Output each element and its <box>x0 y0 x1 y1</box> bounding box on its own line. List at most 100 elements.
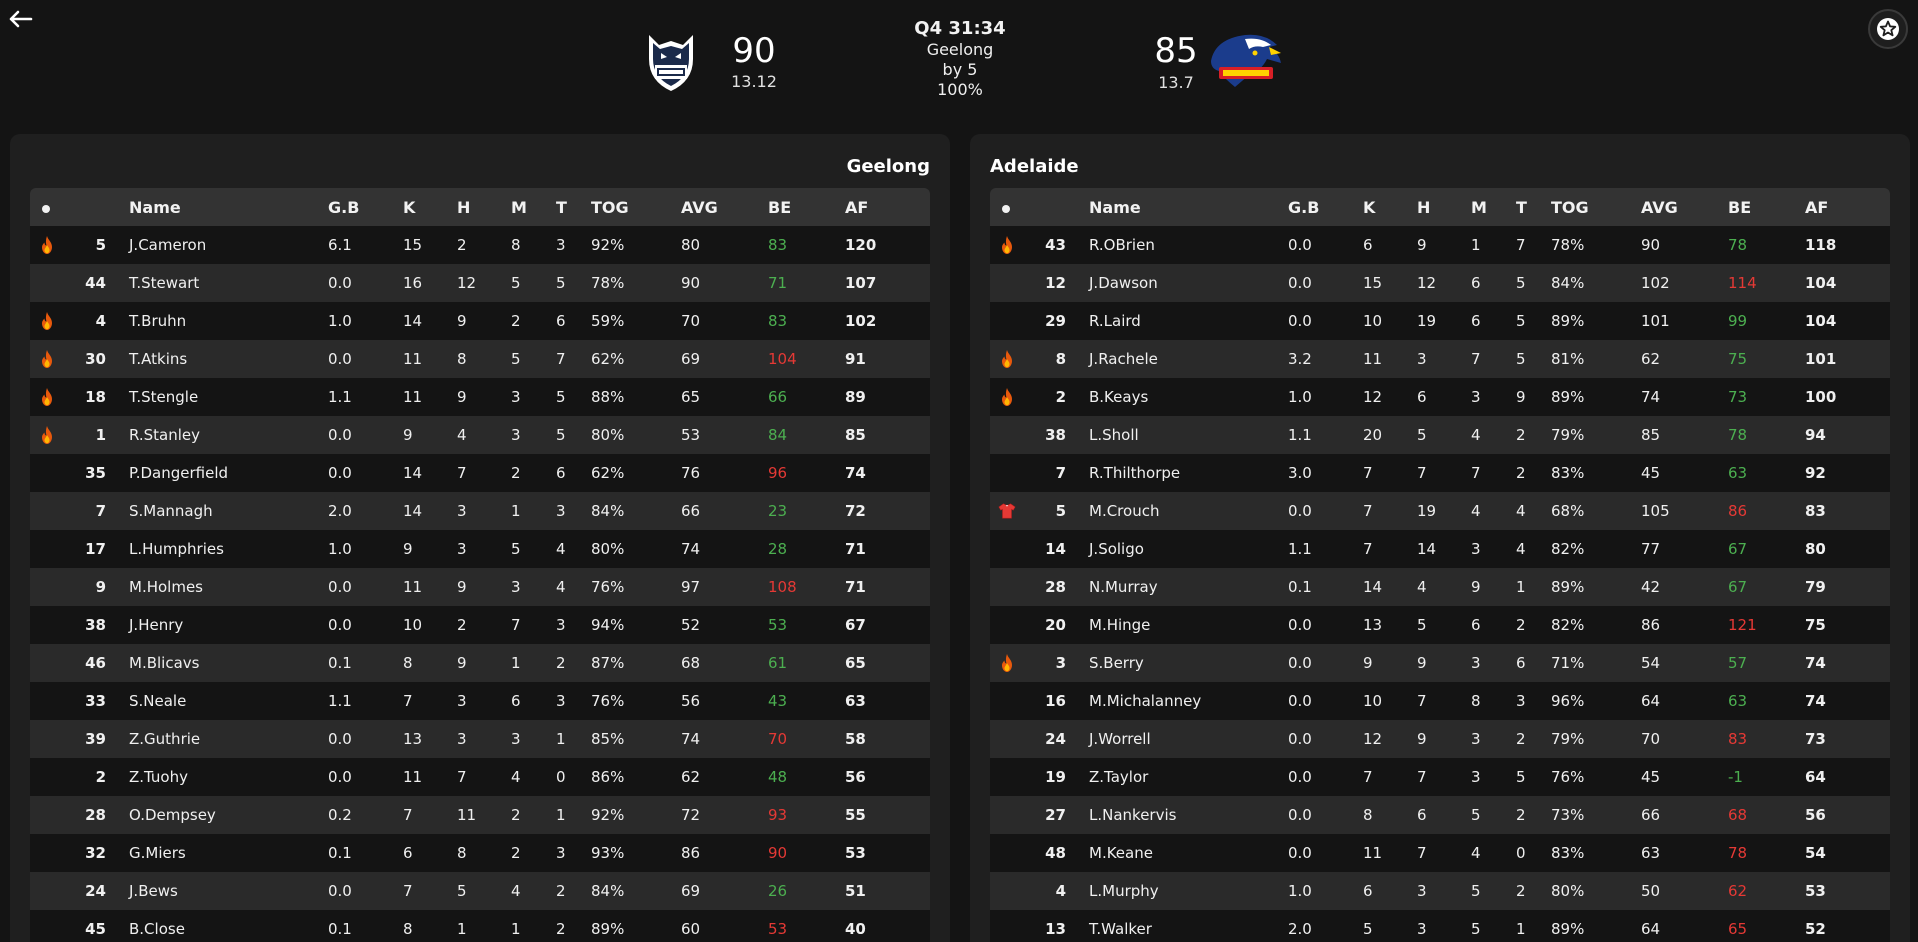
player-row[interactable]: 5 M.Crouch 0.0 7 19 4 4 68% 105 86 83 <box>990 492 1890 530</box>
column-header-tog[interactable]: TOG <box>1551 188 1641 226</box>
player-name[interactable]: T.Stengle <box>106 378 328 416</box>
player-row[interactable]: 24 J.Worrell 0.0 12 9 3 2 79% 70 83 73 <box>990 720 1890 758</box>
player-name[interactable]: Z.Guthrie <box>106 720 328 758</box>
player-row[interactable]: 24 J.Bews 0.0 7 5 4 2 84% 69 26 51 <box>30 872 930 910</box>
column-header-t[interactable]: T <box>556 188 591 226</box>
column-header-gb[interactable]: G.B <box>328 188 403 226</box>
column-header-m[interactable]: M <box>511 188 556 226</box>
player-row[interactable]: 38 J.Henry 0.0 10 2 7 3 94% 52 53 67 <box>30 606 930 644</box>
player-name[interactable]: T.Atkins <box>106 340 328 378</box>
player-row[interactable]: 20 M.Hinge 0.0 13 5 6 2 82% 86 121 75 <box>990 606 1890 644</box>
player-name[interactable]: G.Miers <box>106 834 328 872</box>
player-name[interactable]: J.Rachele <box>1066 340 1288 378</box>
player-name[interactable]: P.Dangerfield <box>106 454 328 492</box>
player-row[interactable]: 30 T.Atkins 0.0 11 8 5 7 62% 69 104 91 <box>30 340 930 378</box>
column-header-name[interactable]: Name <box>106 188 328 226</box>
player-name[interactable]: M.Crouch <box>1066 492 1288 530</box>
player-row[interactable]: 28 N.Murray 0.1 14 4 9 1 89% 42 67 79 <box>990 568 1890 606</box>
player-name[interactable]: Z.Taylor <box>1066 758 1288 796</box>
column-header-k[interactable]: K <box>403 188 457 226</box>
player-row[interactable]: 8 J.Rachele 3.2 11 3 7 5 81% 62 75 101 <box>990 340 1890 378</box>
player-row[interactable]: 32 G.Miers 0.1 6 8 2 3 93% 86 90 53 <box>30 834 930 872</box>
column-header-gb[interactable]: G.B <box>1288 188 1363 226</box>
column-header-h[interactable]: H <box>1417 188 1471 226</box>
player-name[interactable]: S.Neale <box>106 682 328 720</box>
favourite-button[interactable] <box>1868 9 1908 49</box>
column-header-be[interactable]: BE <box>1728 188 1805 226</box>
player-row[interactable]: 7 R.Thilthorpe 3.0 7 7 7 2 83% 45 63 92 <box>990 454 1890 492</box>
player-row[interactable]: 9 M.Holmes 0.0 11 9 3 4 76% 97 108 71 <box>30 568 930 606</box>
player-name[interactable]: L.Nankervis <box>1066 796 1288 834</box>
player-name[interactable]: T.Walker <box>1066 910 1288 942</box>
player-row[interactable]: 4 T.Bruhn 1.0 14 9 2 6 59% 70 83 102 <box>30 302 930 340</box>
player-name[interactable]: L.Sholl <box>1066 416 1288 454</box>
player-row[interactable]: 29 R.Laird 0.0 10 19 6 5 89% 101 99 104 <box>990 302 1890 340</box>
player-row[interactable]: 48 M.Keane 0.0 11 7 4 0 83% 63 78 54 <box>990 834 1890 872</box>
player-row[interactable]: 33 S.Neale 1.1 7 3 6 3 76% 56 43 63 <box>30 682 930 720</box>
column-header-h[interactable]: H <box>457 188 511 226</box>
player-row[interactable]: 1 R.Stanley 0.0 9 4 3 5 80% 53 84 85 <box>30 416 930 454</box>
player-row[interactable]: 12 J.Dawson 0.0 15 12 6 5 84% 102 114 104 <box>990 264 1890 302</box>
player-row[interactable]: 19 Z.Taylor 0.0 7 7 3 5 76% 45 -1 64 <box>990 758 1890 796</box>
player-name[interactable]: M.Blicavs <box>106 644 328 682</box>
player-row[interactable]: 2 B.Keays 1.0 12 6 3 9 89% 74 73 100 <box>990 378 1890 416</box>
column-header-t[interactable]: T <box>1516 188 1551 226</box>
player-name[interactable]: R.OBrien <box>1066 226 1288 264</box>
player-name[interactable]: N.Murray <box>1066 568 1288 606</box>
player-name[interactable]: R.Stanley <box>106 416 328 454</box>
column-header-k[interactable]: K <box>1363 188 1417 226</box>
player-name[interactable]: J.Dawson <box>1066 264 1288 302</box>
player-row[interactable]: 38 L.Sholl 1.1 20 5 4 2 79% 85 78 94 <box>990 416 1890 454</box>
player-row[interactable]: 17 L.Humphries 1.0 9 3 5 4 80% 74 28 71 <box>30 530 930 568</box>
player-name[interactable]: B.Close <box>106 910 328 942</box>
player-row[interactable]: 28 O.Dempsey 0.2 7 11 2 1 92% 72 93 55 <box>30 796 930 834</box>
player-row[interactable]: 2 Z.Tuohy 0.0 11 7 4 0 86% 62 48 56 <box>30 758 930 796</box>
player-name[interactable]: J.Worrell <box>1066 720 1288 758</box>
player-row[interactable]: 5 J.Cameron 6.1 15 2 8 3 92% 80 83 120 <box>30 226 930 264</box>
player-name[interactable]: J.Cameron <box>106 226 328 264</box>
player-row[interactable]: 39 Z.Guthrie 0.0 13 3 3 1 85% 74 70 58 <box>30 720 930 758</box>
column-header-be[interactable]: BE <box>768 188 845 226</box>
player-row[interactable]: 46 M.Blicavs 0.1 8 9 1 2 87% 68 61 65 <box>30 644 930 682</box>
player-name[interactable]: S.Berry <box>1066 644 1288 682</box>
column-header-af[interactable]: AF <box>845 188 930 226</box>
player-name[interactable]: J.Bews <box>106 872 328 910</box>
column-header-m[interactable]: M <box>1471 188 1516 226</box>
player-name[interactable]: M.Keane <box>1066 834 1288 872</box>
back-button[interactable] <box>6 4 36 34</box>
column-header-icon[interactable] <box>30 188 66 226</box>
column-header-tog[interactable]: TOG <box>591 188 681 226</box>
player-row[interactable]: 14 J.Soligo 1.1 7 14 3 4 82% 77 67 80 <box>990 530 1890 568</box>
player-name[interactable]: R.Thilthorpe <box>1066 454 1288 492</box>
player-row[interactable]: 45 B.Close 0.1 8 1 1 2 89% 60 53 40 <box>30 910 930 942</box>
player-name[interactable]: M.Michalanney <box>1066 682 1288 720</box>
player-name[interactable]: J.Soligo <box>1066 530 1288 568</box>
player-name[interactable]: S.Mannagh <box>106 492 328 530</box>
column-header-name[interactable]: Name <box>1066 188 1288 226</box>
player-name[interactable]: J.Henry <box>106 606 328 644</box>
player-row[interactable]: 44 T.Stewart 0.0 16 12 5 5 78% 90 71 107 <box>30 264 930 302</box>
player-row[interactable]: 18 T.Stengle 1.1 11 9 3 5 88% 65 66 89 <box>30 378 930 416</box>
column-header-avg[interactable]: AVG <box>1641 188 1728 226</box>
player-row[interactable]: 27 L.Nankervis 0.0 8 6 5 2 73% 66 68 56 <box>990 796 1890 834</box>
player-name[interactable]: M.Holmes <box>106 568 328 606</box>
player-row[interactable]: 16 M.Michalanney 0.0 10 7 8 3 96% 64 63 74 <box>990 682 1890 720</box>
player-name[interactable]: Z.Tuohy <box>106 758 328 796</box>
player-name[interactable]: B.Keays <box>1066 378 1288 416</box>
player-name[interactable]: L.Murphy <box>1066 872 1288 910</box>
column-header-icon[interactable] <box>990 188 1026 226</box>
player-row[interactable]: 43 R.OBrien 0.0 6 9 1 7 78% 90 78 118 <box>990 226 1890 264</box>
player-name[interactable]: O.Dempsey <box>106 796 328 834</box>
column-header-af[interactable]: AF <box>1805 188 1890 226</box>
column-header-avg[interactable]: AVG <box>681 188 768 226</box>
player-row[interactable]: 7 S.Mannagh 2.0 14 3 1 3 84% 66 23 72 <box>30 492 930 530</box>
player-name[interactable]: R.Laird <box>1066 302 1288 340</box>
player-name[interactable]: T.Stewart <box>106 264 328 302</box>
player-name[interactable]: L.Humphries <box>106 530 328 568</box>
player-name[interactable]: M.Hinge <box>1066 606 1288 644</box>
player-row[interactable]: 3 S.Berry 0.0 9 9 3 6 71% 54 57 74 <box>990 644 1890 682</box>
player-name[interactable]: T.Bruhn <box>106 302 328 340</box>
player-row[interactable]: 4 L.Murphy 1.0 6 3 5 2 80% 50 62 53 <box>990 872 1890 910</box>
player-row[interactable]: 35 P.Dangerfield 0.0 14 7 2 6 62% 76 96 74 <box>30 454 930 492</box>
player-row[interactable]: 13 T.Walker 2.0 5 3 5 1 89% 64 65 52 <box>990 910 1890 942</box>
